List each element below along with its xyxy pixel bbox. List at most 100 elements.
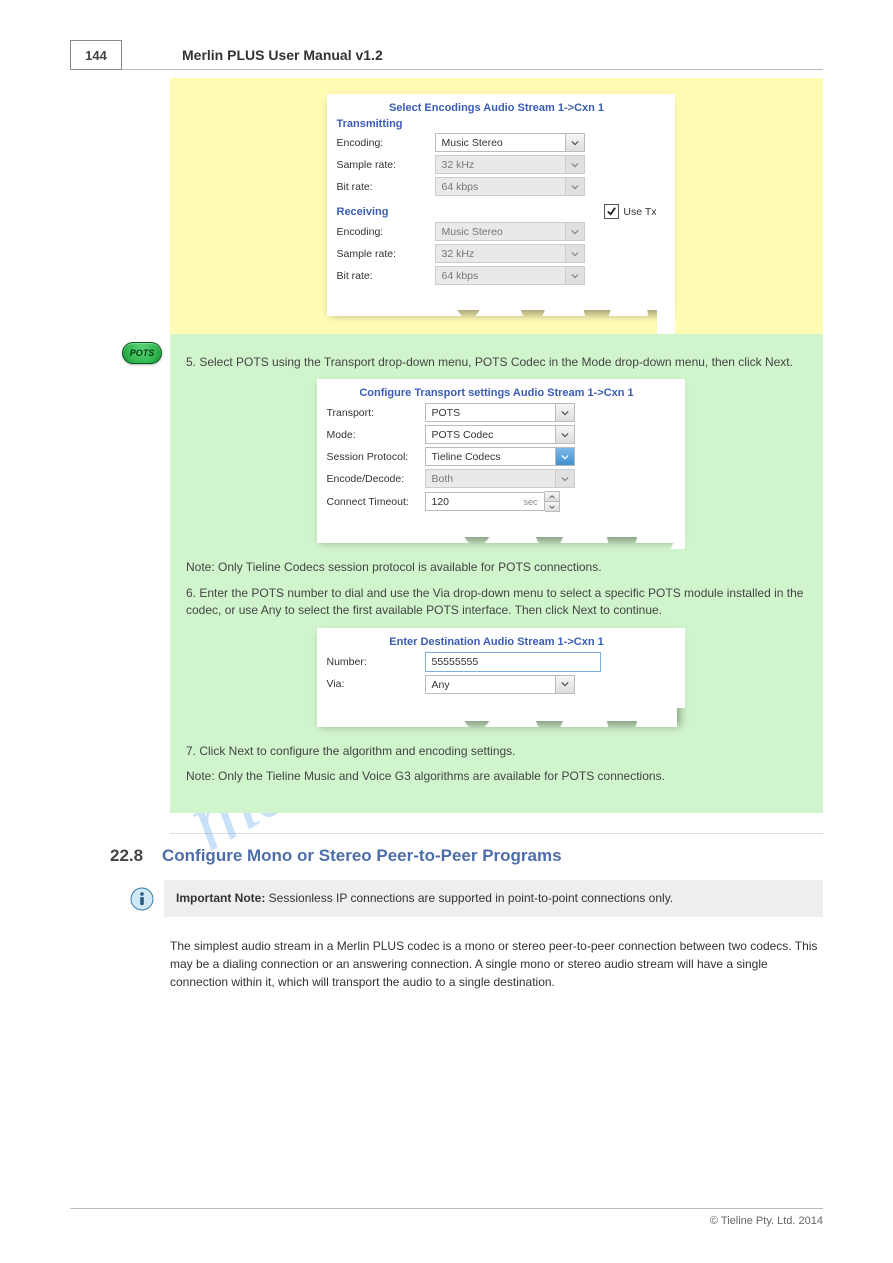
encdec-value: Both xyxy=(432,473,454,485)
timeout-stepper[interactable]: 120 sec xyxy=(425,492,545,511)
session-select[interactable]: Tieline Codecs xyxy=(425,447,575,466)
tx-encoding-select[interactable]: Music Stereo xyxy=(435,133,585,152)
step-6-text: 6. Enter the POTS number to dial and use… xyxy=(186,585,807,620)
encoding-dialog-title: Select Encodings Audio Stream 1->Cxn 1 xyxy=(337,102,657,114)
doc-title: Merlin PLUS User Manual v1.2 xyxy=(122,47,823,69)
yellow-step-block: Select Encodings Audio Stream 1->Cxn 1 T… xyxy=(170,78,823,334)
session-value: Tieline Codecs xyxy=(432,451,501,463)
rx-bitrate-value: 64 kbps xyxy=(442,270,479,282)
number-label: Number: xyxy=(327,656,425,668)
info-note-text: Sessionless IP connections are supported… xyxy=(269,891,673,905)
rx-heading-row: Receiving Use Tx xyxy=(337,204,657,219)
via-row: Via: Any xyxy=(327,675,667,694)
rx-bitrate-select[interactable]: 64 kbps xyxy=(435,266,585,285)
section-divider xyxy=(170,833,823,834)
chevron-down-icon xyxy=(565,178,584,195)
timeout-stepper-buttons[interactable] xyxy=(545,491,560,512)
tx-bitrate-label: Bit rate: xyxy=(337,181,435,193)
chevron-down-icon[interactable] xyxy=(545,501,559,511)
rx-sample-value: 32 kHz xyxy=(442,248,475,260)
tx-encoding-value: Music Stereo xyxy=(442,137,503,149)
mode-label: Mode: xyxy=(327,429,425,441)
torn-edge-icon xyxy=(327,290,667,316)
step-7-text: 7. Click Next to configure the algorithm… xyxy=(186,743,807,760)
tx-sample-value: 32 kHz xyxy=(442,159,475,171)
encdec-label: Encode/Decode: xyxy=(327,473,425,485)
step-5-text: 5. Select POTS using the Transport drop-… xyxy=(186,354,807,371)
page-footer: © Tieline Pty. Ltd. 2014 xyxy=(70,1208,823,1227)
timeout-row: Connect Timeout: 120 sec xyxy=(327,491,667,512)
number-input[interactable] xyxy=(425,652,601,672)
tx-heading: Transmitting xyxy=(337,118,657,130)
info-note: Important Note: Sessionless IP connectio… xyxy=(164,880,823,917)
number-row: Number: xyxy=(327,652,667,672)
encdec-select[interactable]: Both xyxy=(425,469,575,488)
encoding-dialog: Select Encodings Audio Stream 1->Cxn 1 T… xyxy=(327,94,667,310)
rx-sample-label: Sample rate: xyxy=(337,248,435,260)
encdec-row: Encode/Decode: Both xyxy=(327,469,667,488)
chevron-down-icon xyxy=(555,448,574,465)
transport-dialog: Configure Transport settings Audio Strea… xyxy=(317,379,677,537)
chevron-down-icon xyxy=(565,223,584,240)
torn-edge-icon xyxy=(667,628,685,721)
mode-select[interactable]: POTS Codec xyxy=(425,425,575,444)
chevron-down-icon xyxy=(555,676,574,693)
rx-encoding-row: Encoding: Music Stereo xyxy=(337,222,657,241)
page-number: 144 xyxy=(70,40,122,70)
chevron-down-icon xyxy=(565,134,584,151)
rx-sample-select[interactable]: 32 kHz xyxy=(435,244,585,263)
tx-bitrate-value: 64 kbps xyxy=(442,181,479,193)
use-tx-checkbox[interactable] xyxy=(604,204,619,219)
torn-edge-icon xyxy=(317,701,677,727)
note-b-text: Note: Only the Tieline Music and Voice G… xyxy=(186,768,807,785)
rx-heading: Receiving xyxy=(337,206,389,218)
section-heading: 22.8 Configure Mono or Stereo Peer-to-Pe… xyxy=(110,846,823,866)
info-note-prefix: Important Note: xyxy=(176,891,265,905)
chevron-down-icon xyxy=(555,470,574,487)
note-a-text: Note: Only Tieline Codecs session protoc… xyxy=(186,559,807,576)
rx-encoding-value: Music Stereo xyxy=(442,226,503,238)
transport-row: Transport: POTS xyxy=(327,403,667,422)
mode-row: Mode: POTS Codec xyxy=(327,425,667,444)
timeout-value: 120 xyxy=(432,493,450,510)
rx-encoding-select[interactable]: Music Stereo xyxy=(435,222,585,241)
tx-encoding-label: Encoding: xyxy=(337,137,435,149)
footer-copyright: © Tieline Pty. Ltd. 2014 xyxy=(710,1215,823,1227)
page-header: 144 Merlin PLUS User Manual v1.2 xyxy=(70,40,823,70)
section-title: Configure Mono or Stereo Peer-to-Peer Pr… xyxy=(162,846,562,865)
transport-value: POTS xyxy=(432,407,461,419)
transport-select[interactable]: POTS xyxy=(425,403,575,422)
session-row: Session Protocol: Tieline Codecs xyxy=(327,447,667,466)
via-select[interactable]: Any xyxy=(425,675,575,694)
tx-sample-row: Sample rate: 32 kHz xyxy=(337,155,657,174)
section-intro-paragraph: The simplest audio stream in a Merlin PL… xyxy=(170,937,823,991)
use-tx-label: Use Tx xyxy=(623,206,656,218)
info-icon xyxy=(130,887,154,911)
via-value: Any xyxy=(432,679,450,691)
chevron-up-icon[interactable] xyxy=(545,492,559,501)
tx-sample-select[interactable]: 32 kHz xyxy=(435,155,585,174)
torn-edge-icon xyxy=(317,517,677,543)
tx-bitrate-select[interactable]: 64 kbps xyxy=(435,177,585,196)
green-step-block: POTS 5. Select POTS using the Transport … xyxy=(170,334,823,813)
section-number: 22.8 xyxy=(110,846,143,865)
timeout-label: Connect Timeout: xyxy=(327,496,425,508)
tx-encoding-row: Encoding: Music Stereo xyxy=(337,133,657,152)
chevron-down-icon xyxy=(555,404,574,421)
rx-encoding-label: Encoding: xyxy=(337,226,435,238)
chevron-down-icon xyxy=(565,245,584,262)
via-label: Via: xyxy=(327,678,425,690)
rx-sample-row: Sample rate: 32 kHz xyxy=(337,244,657,263)
tx-sample-label: Sample rate: xyxy=(337,159,435,171)
chevron-down-icon xyxy=(565,156,584,173)
tx-bitrate-row: Bit rate: 64 kbps xyxy=(337,177,657,196)
destination-dialog-title: Enter Destination Audio Stream 1->Cxn 1 xyxy=(327,636,667,648)
transport-label: Transport: xyxy=(327,407,425,419)
chevron-down-icon xyxy=(565,267,584,284)
pots-badge: POTS xyxy=(122,342,162,364)
transport-dialog-title: Configure Transport settings Audio Strea… xyxy=(327,387,667,399)
torn-edge-icon xyxy=(667,379,685,537)
chevron-down-icon xyxy=(555,426,574,443)
destination-dialog: Enter Destination Audio Stream 1->Cxn 1 … xyxy=(317,628,677,721)
rx-bitrate-row: Bit rate: 64 kbps xyxy=(337,266,657,285)
